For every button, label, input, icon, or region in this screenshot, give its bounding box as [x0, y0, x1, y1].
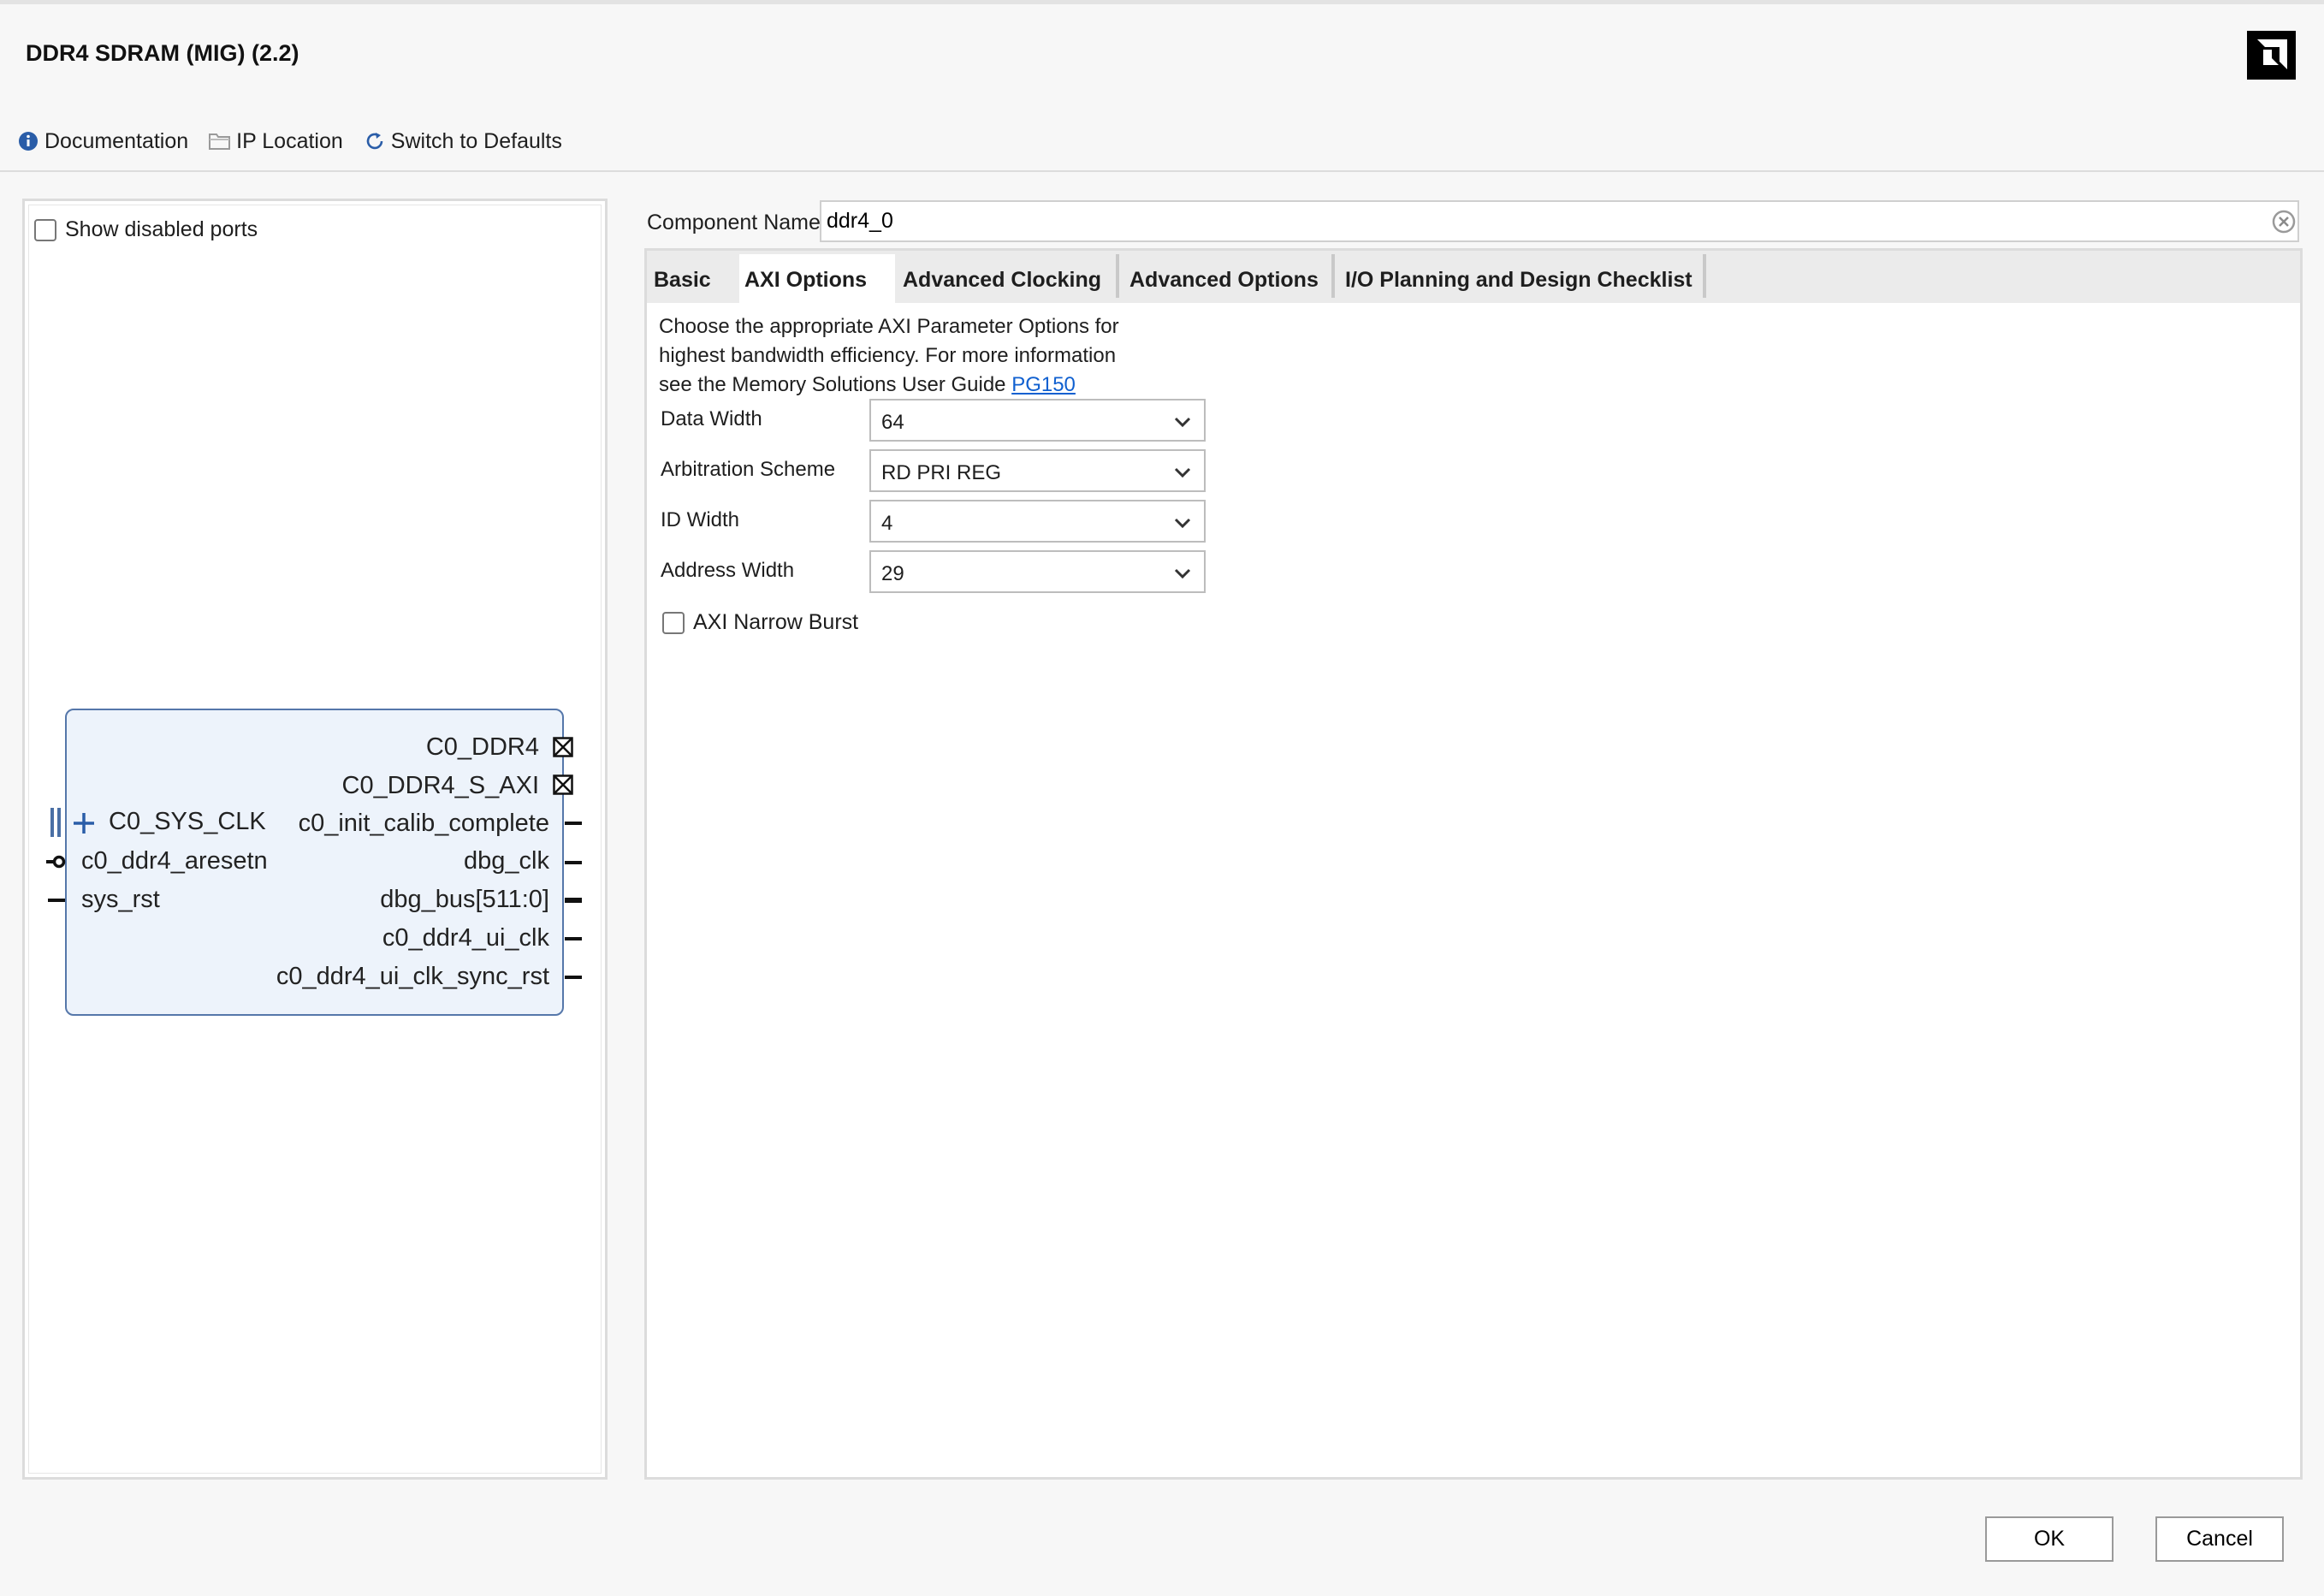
arbitration-scheme-select[interactable]: RD PRI REG — [869, 449, 1206, 492]
switch-to-defaults-label: Switch to Defaults — [390, 128, 562, 153]
ip-location-label: IP Location — [236, 128, 343, 153]
sys-rst-pin — [48, 899, 65, 902]
data-width-select[interactable]: 64 — [869, 399, 1206, 442]
tab-basic[interactable]: Basic — [649, 254, 716, 303]
tab-io-planning[interactable]: I/O Planning and Design Checklist — [1340, 254, 1698, 303]
port-c0-ddr4-s-axi: C0_DDR4_S_AXI — [341, 772, 540, 799]
toolbar: Documentation IP Location Switch to Defa… — [17, 127, 583, 156]
interface-pin-icon — [553, 774, 573, 795]
pg150-link[interactable]: PG150 — [1011, 373, 1076, 396]
refresh-icon — [364, 130, 386, 152]
aresetn-pin — [46, 854, 67, 869]
ui-clk-sync-rst-pin — [565, 976, 582, 979]
amd-logo-icon — [2247, 31, 2296, 80]
port-c0-init-calib-complete: c0_init_calib_complete — [298, 810, 549, 837]
chevron-down-icon — [1173, 513, 1192, 532]
port-dbg-bus: dbg_bus[511:0] — [380, 886, 549, 913]
tab-separator — [1331, 254, 1335, 298]
address-width-select[interactable]: 29 — [869, 550, 1206, 593]
dbg-clk-pin — [565, 861, 582, 864]
port-c0-sys-clk: C0_SYS_CLK — [109, 808, 266, 835]
axi-options-description: Choose the appropriate AXI Parameter Opt… — [659, 312, 1172, 400]
axi-narrow-burst-checkbox[interactable] — [662, 611, 685, 634]
arbitration-scheme-value: RD PRI REG — [881, 461, 1002, 484]
show-disabled-ports-label: Show disabled ports — [65, 217, 258, 241]
port-c0-ddr4-ui-clk: c0_ddr4_ui_clk — [382, 924, 549, 952]
switch-to-defaults-button[interactable]: Switch to Defaults — [364, 129, 562, 154]
data-width-value: 64 — [881, 411, 904, 434]
init-calib-pin — [565, 822, 582, 825]
ui-clk-pin — [565, 937, 582, 940]
sys-clk-bus-pin-2 — [57, 808, 61, 837]
tab-separator — [1116, 254, 1119, 298]
axi-narrow-burst-label: AXI Narrow Burst — [693, 610, 859, 634]
port-c0-ddr4-aresetn: c0_ddr4_aresetn — [81, 847, 268, 875]
config-tabs-panel: Basic AXI Options Advanced Clocking Adva… — [644, 248, 2303, 1480]
clear-icon[interactable] — [2271, 209, 2297, 234]
toolbar-divider — [0, 170, 2324, 172]
show-disabled-ports-row: Show disabled ports — [34, 217, 258, 242]
component-name-input[interactable] — [820, 200, 2299, 242]
description-line-2: highest bandwidth efficiency. For more i… — [659, 344, 1117, 367]
description-line-1: Choose the appropriate AXI Parameter Opt… — [659, 315, 1119, 338]
top-border — [0, 0, 2324, 4]
port-sys-rst: sys_rst — [81, 886, 160, 913]
id-width-select[interactable]: 4 — [869, 500, 1206, 543]
tab-advanced-clocking[interactable]: Advanced Clocking — [898, 254, 1106, 303]
tab-axi-options[interactable]: AXI Options — [739, 254, 895, 303]
documentation-label: Documentation — [44, 128, 189, 153]
port-c0-ddr4-ui-clk-sync-rst: c0_ddr4_ui_clk_sync_rst — [276, 963, 549, 990]
axi-narrow-burst-row: AXI Narrow Burst — [662, 610, 858, 635]
cancel-button[interactable]: Cancel — [2155, 1516, 2284, 1562]
description-line-3: see the Memory Solutions User Guide PG15… — [659, 373, 1076, 396]
dbg-bus-pin — [565, 898, 582, 903]
address-width-label: Address Width — [661, 559, 795, 582]
chevron-down-icon — [1173, 412, 1192, 431]
info-icon — [17, 130, 39, 152]
address-width-value: 29 — [881, 562, 904, 585]
chevron-down-icon — [1173, 564, 1192, 583]
tab-bar: Basic AXI Options Advanced Clocking Adva… — [647, 251, 2300, 303]
interface-pin-icon — [553, 737, 573, 757]
folder-icon — [209, 130, 231, 152]
port-dbg-clk: dbg_clk — [464, 847, 549, 875]
ok-button[interactable]: OK — [1985, 1516, 2114, 1562]
tab-advanced-options[interactable]: Advanced Options — [1124, 254, 1324, 303]
dialog-title: DDR4 SDRAM (MIG) (2.2) — [26, 40, 299, 66]
component-name-label: Component Name — [647, 211, 821, 234]
id-width-label: ID Width — [661, 508, 740, 531]
ip-location-button[interactable]: IP Location — [209, 129, 343, 154]
chevron-down-icon — [1173, 463, 1192, 482]
data-width-label: Data Width — [661, 407, 762, 430]
id-width-value: 4 — [881, 512, 893, 535]
port-c0-ddr4: C0_DDR4 — [425, 733, 539, 761]
arbitration-scheme-label: Arbitration Scheme — [661, 458, 836, 481]
expand-plus-icon[interactable] — [72, 811, 96, 835]
sys-clk-bus-pin — [50, 808, 54, 837]
documentation-button[interactable]: Documentation — [17, 129, 188, 154]
tab-separator — [1703, 254, 1706, 298]
show-disabled-ports-checkbox[interactable] — [34, 218, 56, 241]
